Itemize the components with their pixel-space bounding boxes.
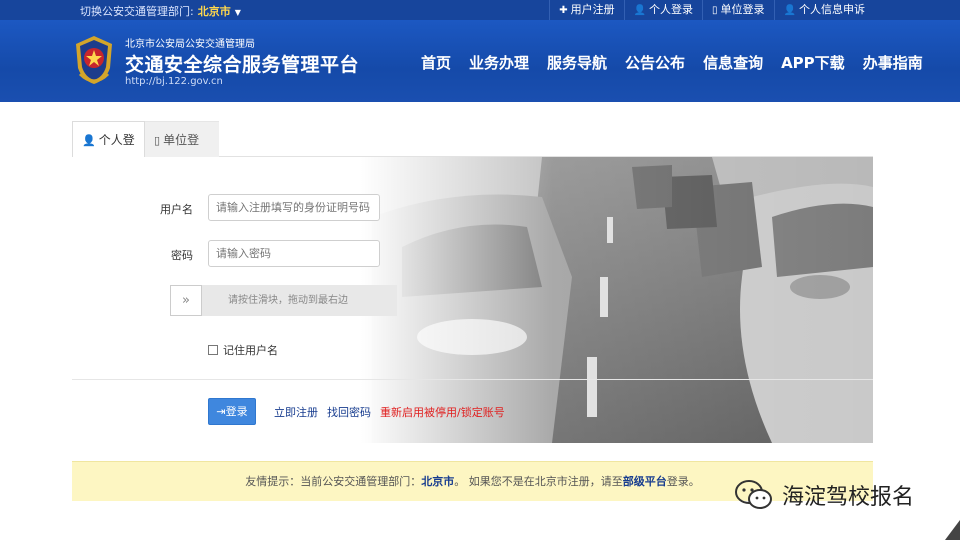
organization-name: 北京市公安局公安交通管理局: [125, 39, 255, 50]
site-header: 北京市公安局公安交通管理局 交通安全综合服务管理平台 http://bj.122…: [0, 20, 960, 102]
register-link[interactable]: ✚ 用户注册: [549, 0, 623, 20]
wechat-watermark: 海淀驾校报名: [734, 478, 914, 512]
tab-personal-login[interactable]: 👤个人登录: [72, 121, 145, 184]
sign-in-icon: ⇥: [216, 405, 226, 418]
login-button[interactable]: ⇥登录: [208, 398, 256, 425]
slider-instruction: 请按住滑块，拖动到最右边: [228, 295, 348, 306]
register-now-link[interactable]: 立即注册: [274, 404, 318, 420]
slider-handle[interactable]: »: [170, 285, 202, 316]
user-icon: 👤: [82, 134, 96, 147]
remember-username[interactable]: 记住用户名: [208, 342, 278, 358]
nav-home[interactable]: 首页: [421, 52, 451, 73]
page-curl-icon: [945, 520, 960, 540]
wechat-icon: [735, 480, 772, 509]
site-url: http://bj.122.gov.cn: [125, 76, 223, 87]
current-city[interactable]: 北京市: [198, 5, 231, 18]
nav-business[interactable]: 业务办理: [469, 52, 529, 73]
top-links: ✚ 用户注册 👤 个人登录 ▯ 单位登录 👤 个人信息申诉: [549, 0, 874, 20]
ministry-platform-link[interactable]: 部级平台: [623, 475, 667, 488]
nav-guide[interactable]: 办事指南: [863, 52, 923, 73]
slider-captcha: » 请按住滑块，拖动到最右边: [170, 285, 397, 316]
unit-login-link[interactable]: ▯ 单位登录: [702, 0, 774, 20]
watermark-text: 海淀驾校报名: [782, 485, 915, 510]
personal-login-link[interactable]: 👤 个人登录: [623, 0, 702, 20]
info-appeal-link[interactable]: 👤 个人信息申诉: [773, 0, 874, 20]
user-icon: 👤: [783, 5, 796, 16]
username-input[interactable]: [208, 194, 380, 221]
nav-announcements[interactable]: 公告公布: [625, 52, 685, 73]
remember-checkbox[interactable]: [208, 345, 218, 355]
password-label: 密码: [171, 249, 193, 262]
password-input[interactable]: [208, 240, 380, 267]
username-label: 用户名: [160, 203, 193, 216]
building-icon: ▯: [154, 134, 161, 147]
plus-icon: ✚: [559, 5, 568, 16]
nav-info-query[interactable]: 信息查询: [703, 52, 763, 73]
caret-down-icon[interactable]: ▼: [235, 8, 241, 17]
reactivate-account-link[interactable]: 重新启用被停用/锁定账号: [380, 404, 505, 420]
user-icon: 👤: [633, 5, 647, 16]
main-nav: 首页 业务办理 服务导航 公告公布 信息查询 APP下载 办事指南: [412, 52, 932, 73]
nav-service-guide[interactable]: 服务导航: [547, 52, 607, 73]
building-icon: ▯: [712, 5, 718, 16]
department-switcher[interactable]: 切换公安交通管理部门: 北京市 ▼: [80, 3, 241, 19]
login-tabs: 👤个人登录 ▯单位登录: [72, 121, 873, 184]
tab-unit-login[interactable]: ▯单位登录: [145, 121, 219, 184]
police-emblem-icon: [76, 36, 112, 84]
form-divider: [72, 379, 873, 380]
nav-app-download[interactable]: APP下载: [781, 52, 845, 73]
recover-password-link[interactable]: 找回密码: [327, 404, 371, 420]
top-bar: 切换公安交通管理部门: 北京市 ▼ ✚ 用户注册 👤 个人登录 ▯ 单位登录 👤 个人信息申…: [0, 0, 960, 20]
tip-city: 北京市: [421, 475, 455, 488]
remember-label: 记住用户名: [223, 344, 278, 357]
department-switch-label: 切换公安交通管理部门:: [80, 5, 194, 18]
site-title: 交通安全综合服务管理平台: [125, 54, 360, 76]
login-panel: 用户名 密码 » 请按住滑块，拖动到最右边 记住用户名 ⇥登录 立即注册 找回密…: [72, 157, 873, 443]
